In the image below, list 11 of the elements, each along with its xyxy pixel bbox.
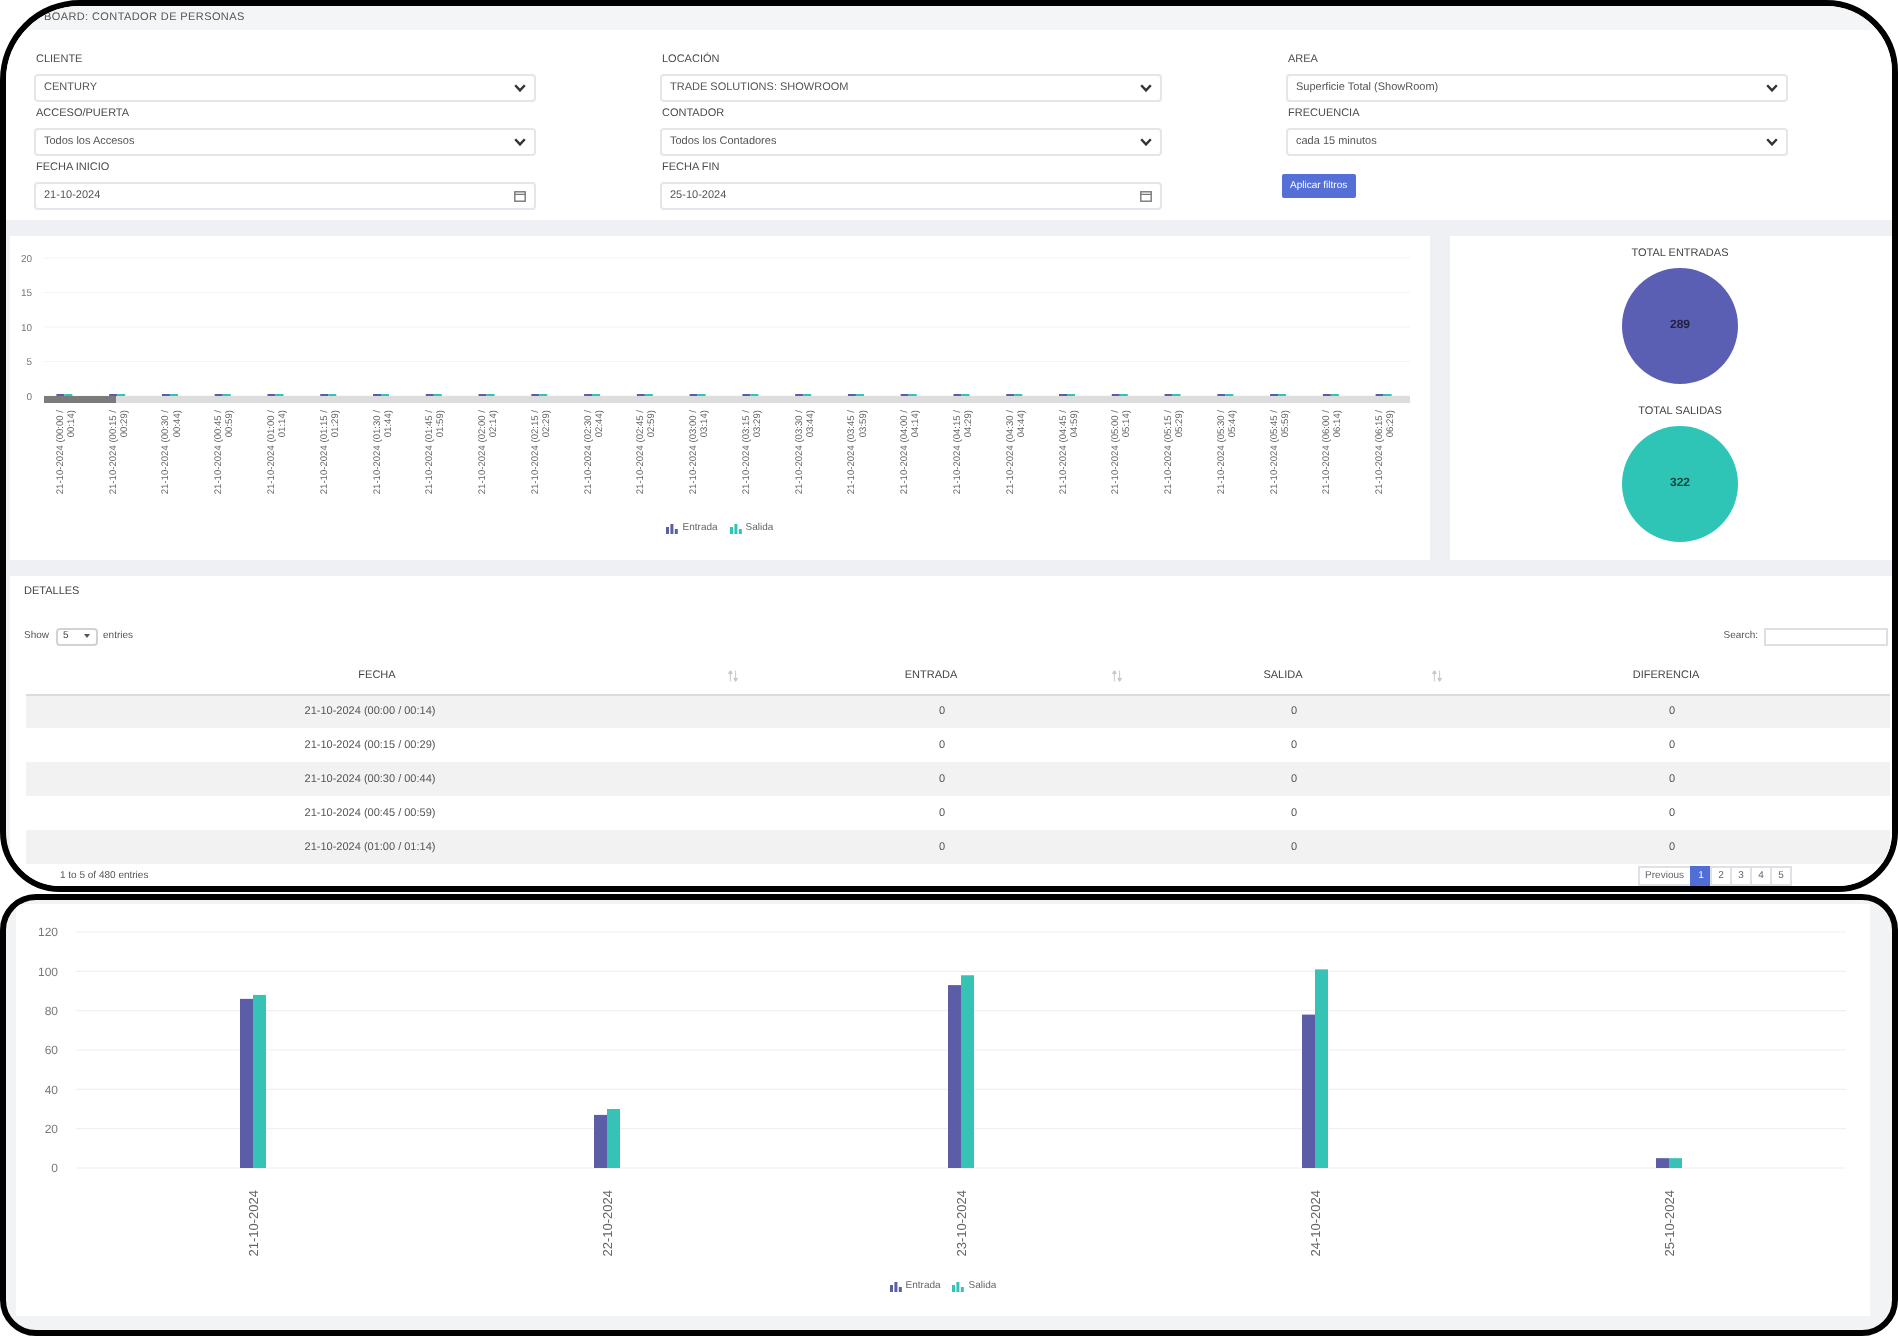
search-field[interactable]	[1764, 627, 1888, 645]
calendar-icon	[1140, 190, 1152, 202]
caret-down-icon	[83, 634, 90, 638]
chevron-down-icon	[514, 84, 526, 92]
calendar-icon	[514, 190, 526, 202]
chevron-down-icon	[514, 138, 526, 146]
chevron-down-icon	[1140, 84, 1152, 92]
chevron-down-icon	[1766, 138, 1778, 146]
chevron-down-icon	[1140, 138, 1152, 146]
chevron-down-icon	[1766, 84, 1778, 92]
scroll-thumb[interactable]	[44, 396, 116, 403]
